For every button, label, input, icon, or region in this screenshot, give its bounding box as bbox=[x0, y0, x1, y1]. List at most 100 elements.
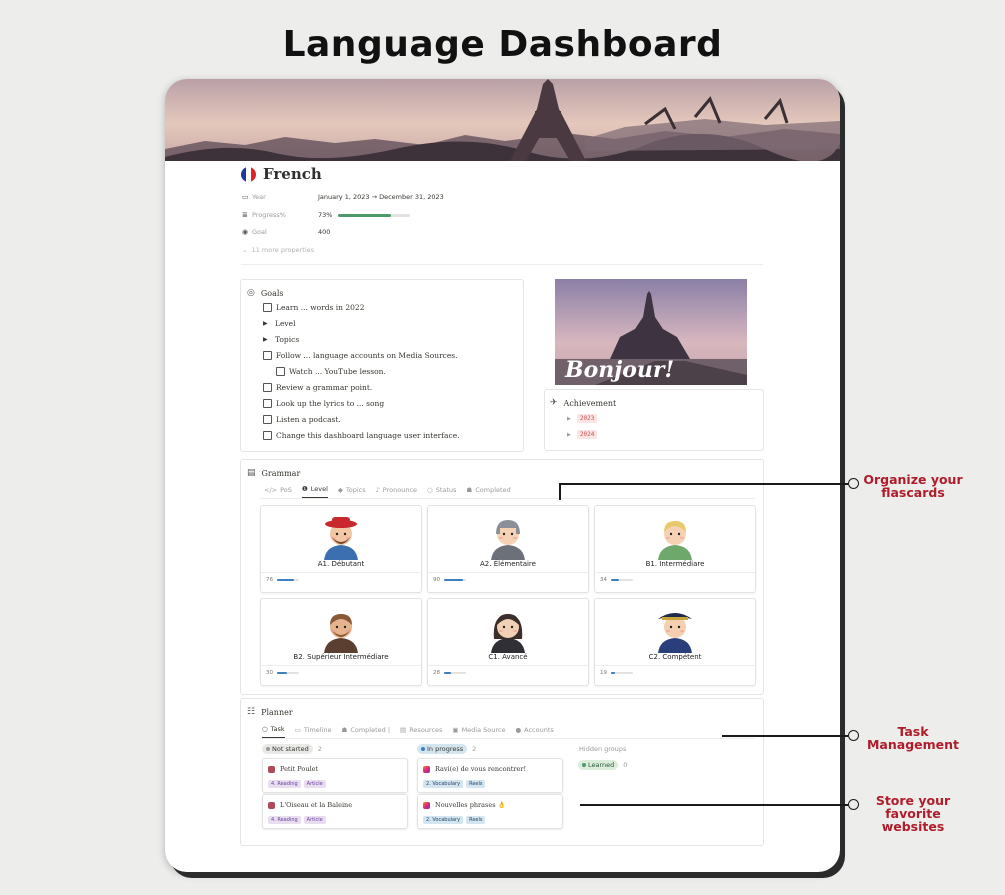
triangle-right-icon: ▶ bbox=[567, 431, 571, 438]
notion-window: French ▭ Year January 1, 2023 → December… bbox=[165, 79, 840, 872]
level-card[interactable]: C1. Avancé 28 bbox=[427, 598, 589, 686]
annotation-flashcards: Organize your flascards bbox=[863, 472, 963, 500]
media-tag: Reels bbox=[466, 780, 486, 788]
level-card[interactable]: B1. Intermédiare 34 bbox=[594, 505, 756, 593]
task-title: Petit Poulet bbox=[280, 765, 319, 773]
goal-todo-item[interactable]: Learn ... words in 2022 bbox=[263, 303, 364, 312]
planner-tab[interactable]: ▭ Timeline bbox=[295, 725, 332, 738]
planner-tab[interactable]: ▣ Media Source bbox=[452, 725, 505, 738]
checkbox[interactable] bbox=[263, 351, 272, 360]
connector-dot bbox=[848, 730, 859, 741]
goal-todo-item[interactable]: Listen a podcast. bbox=[263, 415, 341, 424]
goal-todo-item[interactable]: Follow ... language accounts on Media So… bbox=[263, 351, 458, 360]
level-name: C1. Avancé bbox=[488, 653, 528, 661]
checkbox[interactable] bbox=[263, 383, 272, 392]
level-progress-bar bbox=[277, 579, 299, 581]
task-card[interactable]: Petit Poulet 4. Reading Article bbox=[262, 758, 408, 793]
goal-toggle-item[interactable]: ▶ Topics bbox=[263, 335, 299, 344]
planner-tab[interactable]: ☗ Completed | bbox=[342, 725, 391, 738]
card-divider bbox=[595, 665, 755, 666]
task-card[interactable]: L'Oiseau et la Baleine 4. Reading Article bbox=[262, 794, 408, 829]
triangle-right-icon[interactable]: ▶ bbox=[263, 320, 271, 327]
checklist-icon: ☷ bbox=[247, 707, 256, 717]
grammar-tab[interactable]: ○ Status bbox=[427, 485, 456, 498]
checkbox[interactable] bbox=[263, 431, 272, 440]
more-properties-toggle[interactable]: ⌄ 11 more properties bbox=[242, 246, 314, 254]
planner-tab[interactable]: ● Accounts bbox=[515, 725, 553, 738]
goal-todo-item[interactable]: Review a grammar point. bbox=[263, 383, 372, 392]
level-progress: 30 bbox=[266, 670, 299, 676]
triangle-right-icon[interactable]: ▶ bbox=[263, 336, 271, 343]
board-group-header[interactable]: In progress 2 bbox=[417, 744, 476, 754]
level-card[interactable]: B2. Supérieur Intermédiare 30 bbox=[260, 598, 422, 686]
instagram-icon bbox=[423, 765, 430, 773]
character-avatar-icon bbox=[483, 512, 533, 560]
level-progress: 19 bbox=[600, 670, 633, 676]
target-icon: ◎ bbox=[247, 288, 255, 298]
task-title: L'Oiseau et la Baleine bbox=[280, 801, 353, 809]
grammar-tab[interactable]: ♪ Pronounce bbox=[376, 485, 417, 498]
goal-todo-item[interactable]: Look up the lyrics to ... song bbox=[263, 399, 384, 408]
level-name: C2. Compétent bbox=[648, 653, 702, 661]
goal-label: Review a grammar point. bbox=[276, 383, 373, 392]
level-card[interactable]: A1. Débutant 76 bbox=[260, 505, 422, 593]
task-card[interactable]: Ravi(e) de vous rencontrer! 2. Vocabulary… bbox=[417, 758, 563, 793]
connector-dot bbox=[848, 799, 859, 810]
goal-toggle-item[interactable]: ▶ Level bbox=[263, 319, 296, 328]
property-year[interactable]: ▭ Year January 1, 2023 → December 31, 20… bbox=[242, 193, 444, 201]
connector-line bbox=[722, 735, 848, 737]
tab-icon: ☗ bbox=[341, 725, 348, 734]
tab-icon: ♪ bbox=[375, 485, 380, 494]
level-card[interactable]: A2. Élémentaire 90 bbox=[427, 505, 589, 593]
level-card[interactable]: C2. Compétent 19 bbox=[594, 598, 756, 686]
planner-tab[interactable]: ▤ Resources bbox=[400, 725, 442, 738]
grammar-header: ▤ Grammar bbox=[247, 468, 301, 478]
achievement-toggle-2024[interactable]: ▶ 2024 bbox=[567, 430, 598, 439]
grammar-tab[interactable]: </> PoS bbox=[264, 485, 292, 498]
level-progress-bar bbox=[611, 672, 633, 674]
checkbox[interactable] bbox=[263, 303, 272, 312]
achievement-toggle-2023[interactable]: ▶ 2023 bbox=[567, 414, 598, 423]
card-divider bbox=[428, 572, 588, 573]
task-card[interactable]: Nouvelles phrases 👌 2. Vocabulary Reels bbox=[417, 794, 563, 829]
character-avatar-icon bbox=[316, 512, 366, 560]
instagram-icon bbox=[423, 801, 430, 809]
property-progress[interactable]: ≣ Progress% 73% bbox=[242, 211, 411, 219]
property-goal[interactable]: ◉ Goal 400 bbox=[242, 228, 330, 236]
goal-todo-item[interactable]: Watch ... YouTube lesson. bbox=[276, 367, 386, 376]
category-tag: 4. Reading bbox=[268, 816, 301, 824]
category-tag: 2. Vocabulary bbox=[423, 780, 464, 788]
tab-icon: </> bbox=[264, 485, 278, 494]
tab-icon: ❶ bbox=[301, 485, 308, 493]
checkbox[interactable] bbox=[263, 399, 272, 408]
planner-header: ☷ Planner bbox=[247, 707, 293, 717]
task-title: Ravi(e) de vous rencontrer! bbox=[435, 765, 527, 773]
progress-icon: ≣ bbox=[242, 211, 248, 219]
book-icon bbox=[268, 765, 275, 773]
page-title[interactable]: French bbox=[263, 165, 322, 183]
hidden-group-learned[interactable]: Learned 0 bbox=[578, 760, 627, 770]
grammar-tabs: </> PoS ❶ Level ◆ Topics ♪ Pronounce ○ Status ☗ Com… bbox=[264, 485, 511, 498]
planner-tab[interactable]: ○ Task bbox=[262, 725, 285, 738]
board-group-header[interactable]: Not started 2 bbox=[262, 744, 322, 754]
character-avatar-icon bbox=[316, 605, 366, 653]
media-tag: Article bbox=[303, 816, 326, 824]
grammar-tab[interactable]: ☗ Completed bbox=[466, 485, 510, 498]
hidden-groups-label: Hidden groups bbox=[579, 745, 627, 753]
book-icon: ▤ bbox=[247, 468, 256, 478]
photo-caption: Bonjour! bbox=[564, 357, 674, 383]
character-avatar-icon bbox=[650, 512, 700, 560]
tab-icon: ● bbox=[515, 725, 522, 734]
goal-label: Look up the lyrics to ... song bbox=[276, 399, 385, 408]
checkbox[interactable] bbox=[263, 415, 272, 424]
grammar-tab[interactable]: ◆ Topics bbox=[338, 485, 366, 498]
page-title-row: French bbox=[241, 165, 322, 183]
goals-header: ◎ Goals bbox=[247, 288, 284, 298]
checkbox[interactable] bbox=[276, 367, 285, 376]
triangle-right-icon: ▶ bbox=[567, 415, 571, 422]
connector-dot bbox=[848, 478, 859, 489]
level-progress: 76 bbox=[266, 577, 299, 583]
grammar-tab[interactable]: ❶ Level bbox=[301, 485, 328, 498]
goal-todo-item[interactable]: Change this dashboard language user inte… bbox=[263, 431, 460, 440]
card-divider bbox=[595, 572, 755, 573]
